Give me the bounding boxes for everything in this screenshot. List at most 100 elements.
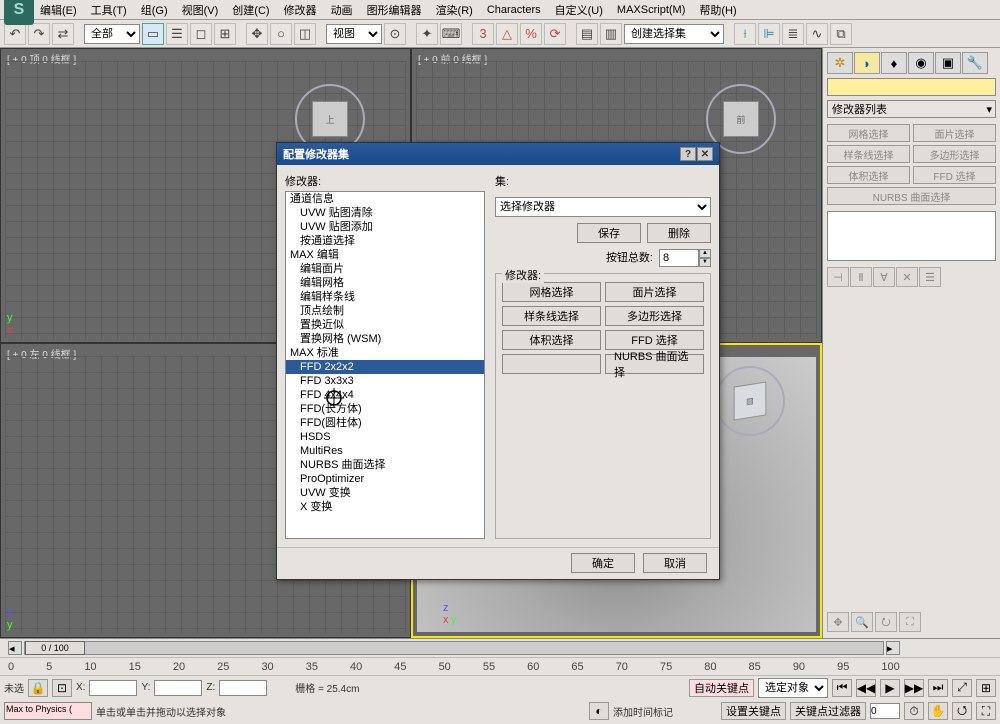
utilities-tab-icon[interactable]: 🔧: [962, 52, 988, 74]
x-transform-input[interactable]: [89, 680, 137, 696]
display-tab-icon[interactable]: ▣: [935, 52, 961, 74]
save-set-button[interactable]: 保存: [577, 223, 641, 243]
modifier-list-item[interactable]: UVW 贴图添加: [286, 220, 484, 234]
modifier-list-item[interactable]: MAX 标准: [286, 346, 484, 360]
window-crossing-icon[interactable]: ⊞: [214, 23, 236, 45]
button-total-spinner[interactable]: ▲▼: [659, 249, 711, 267]
hierarchy-tab-icon[interactable]: ♦: [881, 52, 907, 74]
rp-vol-select-button[interactable]: 体积选择: [827, 166, 910, 184]
menu-rendering[interactable]: 渲染(R): [436, 2, 473, 18]
prev-frame-icon[interactable]: ◀◀: [856, 679, 876, 697]
y-transform-input[interactable]: [154, 680, 202, 696]
modifier-list-item[interactable]: FFD(圆柱体): [286, 416, 484, 430]
menu-customize[interactable]: 自定义(U): [555, 2, 603, 18]
selection-filter-dropdown[interactable]: 全部: [84, 24, 140, 44]
menu-group[interactable]: 组(G): [141, 2, 168, 18]
modifier-list-item[interactable]: FFD(长方体): [286, 402, 484, 416]
scale-icon[interactable]: ◫: [294, 23, 316, 45]
play-icon[interactable]: ▶: [880, 679, 900, 697]
modifiers-listbox[interactable]: 通道信息UVW 贴图清除UVW 贴图添加按通道选择MAX 编辑编辑面片编辑网格编…: [285, 191, 485, 539]
layers-icon[interactable]: ≣: [782, 23, 804, 45]
modifier-list-item[interactable]: FFD 2x2x2: [286, 360, 484, 374]
viewcube-persp[interactable]: ▨: [710, 361, 790, 441]
button-total-input[interactable]: [659, 249, 699, 267]
create-tab-icon[interactable]: ✲: [827, 52, 853, 74]
link-icon[interactable]: ⇄: [52, 23, 74, 45]
rp-nurbs-select-button[interactable]: NURBS 曲面选择: [827, 187, 996, 205]
spinner-down-icon[interactable]: ▼: [699, 258, 711, 267]
nav-max2-icon[interactable]: ⛶: [976, 702, 996, 720]
time-slider[interactable]: ◂ 0 / 100 ▸: [0, 639, 1000, 657]
modifier-list-item[interactable]: 编辑网格: [286, 276, 484, 290]
ref-coord-dropdown[interactable]: 视图: [326, 24, 382, 44]
goto-start-icon[interactable]: ⏮: [832, 679, 852, 697]
edit-selection-set-icon[interactable]: ▤: [576, 23, 598, 45]
modifier-list-item[interactable]: UVW 变换: [286, 486, 484, 500]
delete-set-button[interactable]: 删除: [647, 223, 711, 243]
rp-poly-select-button[interactable]: 多边形选择: [913, 145, 996, 163]
snap-2d-icon[interactable]: 3: [472, 23, 494, 45]
angle-snap-icon[interactable]: △: [496, 23, 518, 45]
modifier-list-item[interactable]: MultiRes: [286, 444, 484, 458]
nav-pan2-icon[interactable]: ✋: [928, 702, 948, 720]
curve-editor-icon[interactable]: ∿: [806, 23, 828, 45]
menu-maxscript[interactable]: MAXScript(M): [617, 4, 685, 16]
spinner-up-icon[interactable]: ▲: [699, 249, 711, 258]
modifier-list-item[interactable]: 顶点绘制: [286, 304, 484, 318]
menu-edit[interactable]: 编辑(E): [40, 2, 77, 18]
named-selection-set-dropdown[interactable]: 创建选择集: [624, 24, 724, 44]
menu-modifiers[interactable]: 修改器: [284, 2, 317, 18]
modifier-list-item[interactable]: 置换网格 (WSM): [286, 332, 484, 346]
grid-spline-select-button[interactable]: 样条线选择: [502, 306, 601, 326]
rp-ffd-select-button[interactable]: FFD 选择: [913, 166, 996, 184]
dialog-help-icon[interactable]: ?: [680, 147, 696, 161]
modifier-list-item[interactable]: MAX 编辑: [286, 248, 484, 262]
pin-stack-icon[interactable]: ⊣: [827, 267, 849, 287]
select-by-name-icon[interactable]: ☰: [166, 23, 188, 45]
nav-orbit2-icon[interactable]: ⭯: [952, 702, 972, 720]
rp-spline-select-button[interactable]: 样条线选择: [827, 145, 910, 163]
align-icon[interactable]: ⊫: [758, 23, 780, 45]
move-icon[interactable]: ✥: [246, 23, 268, 45]
menu-graph-editors[interactable]: 图形编辑器: [367, 2, 422, 18]
time-slider-next-icon[interactable]: ▸: [886, 641, 900, 655]
select-manipulate-icon[interactable]: ✦: [416, 23, 438, 45]
nav-zoomall-icon[interactable]: ⊞: [976, 679, 996, 697]
grid-nurbs-select-button[interactable]: NURBS 曲面选择: [605, 354, 704, 374]
nav-pan-icon[interactable]: ✥: [827, 612, 849, 632]
cancel-button[interactable]: 取消: [643, 553, 707, 573]
modifier-list-item[interactable]: 编辑样条线: [286, 290, 484, 304]
rp-patch-select-button[interactable]: 面片选择: [913, 124, 996, 142]
modifier-list-item[interactable]: UVW 贴图清除: [286, 206, 484, 220]
time-slider-thumb[interactable]: 0 / 100: [25, 641, 85, 655]
rotate-icon[interactable]: ○: [270, 23, 292, 45]
object-name-input[interactable]: [827, 78, 996, 96]
setkey-button[interactable]: 设置关键点: [721, 702, 786, 720]
sets-dropdown[interactable]: 选择修改器: [495, 197, 711, 217]
grid-ffd-select-button[interactable]: FFD 选择: [605, 330, 704, 350]
ok-button[interactable]: 确定: [571, 553, 635, 573]
add-time-tag-icon[interactable]: ◐: [589, 702, 609, 720]
nav-orbit-icon[interactable]: ⭮: [875, 612, 897, 632]
modifier-list-item[interactable]: FFD 3x3x3: [286, 374, 484, 388]
spinner-snap-icon[interactable]: ⟳: [544, 23, 566, 45]
modify-tab-icon[interactable]: ◗: [854, 52, 880, 74]
modifier-list-item[interactable]: 按通道选择: [286, 234, 484, 248]
modifier-list-item[interactable]: 置换近似: [286, 318, 484, 332]
next-frame-icon[interactable]: ▶▶: [904, 679, 924, 697]
grid-poly-select-button[interactable]: 多边形选择: [605, 306, 704, 326]
key-target-dropdown[interactable]: 选定对象: [758, 678, 828, 698]
grid-empty-button[interactable]: [502, 354, 601, 374]
isolate-selection-icon[interactable]: ⊡: [52, 679, 72, 697]
keyboard-shortcut-icon[interactable]: ⌨: [440, 23, 462, 45]
grid-patch-select-button[interactable]: 面片选择: [605, 282, 704, 302]
app-icon[interactable]: S: [4, 0, 34, 25]
autokey-button[interactable]: 自动关键点: [689, 679, 754, 697]
nav-zoomext-icon[interactable]: ⤢: [952, 679, 972, 697]
modifier-list-item[interactable]: 通道信息: [286, 192, 484, 206]
key-filters-button[interactable]: 关键点过滤器: [790, 702, 866, 720]
modifier-list-item[interactable]: X 变换: [286, 500, 484, 514]
menu-create[interactable]: 创建(C): [232, 2, 269, 18]
current-frame-input[interactable]: [870, 703, 900, 719]
mirror-icon[interactable]: ⟊: [734, 23, 756, 45]
